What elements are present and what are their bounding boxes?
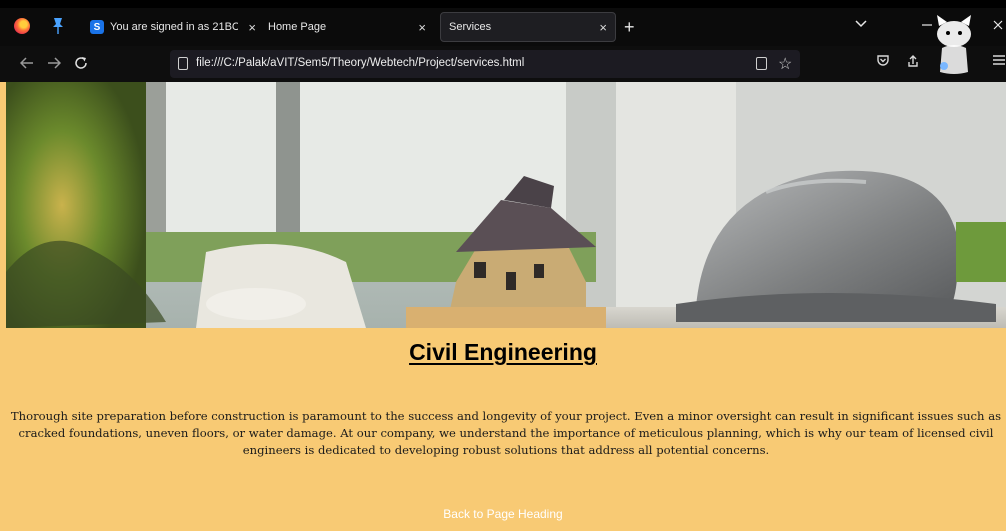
tab-title: Services <box>449 21 492 33</box>
reload-icon[interactable] <box>74 56 88 70</box>
pin-icon[interactable] <box>51 16 65 36</box>
hero-image <box>6 82 1006 328</box>
tab-title: Home Page <box>268 21 327 33</box>
tab-signed-in[interactable]: S You are signed in as 21BCE7748 × <box>90 12 256 42</box>
firefox-icon[interactable] <box>14 18 30 34</box>
navigation-toolbar: file:///C:/Palak/aVIT/Sem5/Theory/Webtec… <box>0 46 1006 82</box>
page-icon <box>178 57 188 70</box>
share-icon[interactable] <box>906 54 920 68</box>
tab-services[interactable]: Services × <box>440 12 616 42</box>
tab-close-icon[interactable]: × <box>591 20 615 35</box>
cat-sticker-icon <box>937 15 971 74</box>
new-tab-button[interactable]: + <box>624 18 635 36</box>
forward-arrow-icon[interactable] <box>47 56 61 70</box>
bookmark-star-icon[interactable]: ☆ <box>778 54 792 74</box>
tab-home-page[interactable]: Home Page × <box>268 12 434 42</box>
tab-title: You are signed in as 21BCE7748 <box>110 21 238 33</box>
tab-bar: S You are signed in as 21BCE7748 × Home … <box>0 8 1006 46</box>
back-link-container: Back to Page Heading <box>0 505 1006 523</box>
address-bar[interactable]: file:///C:/Palak/aVIT/Sem5/Theory/Webtec… <box>170 50 800 78</box>
tab-favicon: S <box>90 20 104 34</box>
browser-chrome: S You are signed in as 21BCE7748 × Home … <box>0 0 1006 82</box>
page-title: Civil Engineering <box>409 339 597 365</box>
reader-view-icon[interactable] <box>756 57 767 70</box>
pocket-icon[interactable] <box>876 54 890 68</box>
menu-icon[interactable] <box>993 54 1005 66</box>
tab-close-icon[interactable]: × <box>410 20 434 35</box>
section-description: Thorough site preparation before constru… <box>10 409 1002 457</box>
tab-close-icon[interactable]: × <box>246 20 256 35</box>
list-tabs-icon[interactable] <box>855 20 867 28</box>
section-heading: Civil Engineering <box>0 339 1006 366</box>
window-close-icon[interactable] <box>993 20 1003 30</box>
back-to-heading-link[interactable]: Back to Page Heading <box>443 507 562 521</box>
url-text[interactable]: file:///C:/Palak/aVIT/Sem5/Theory/Webtec… <box>196 57 524 69</box>
back-arrow-icon[interactable] <box>20 56 34 70</box>
